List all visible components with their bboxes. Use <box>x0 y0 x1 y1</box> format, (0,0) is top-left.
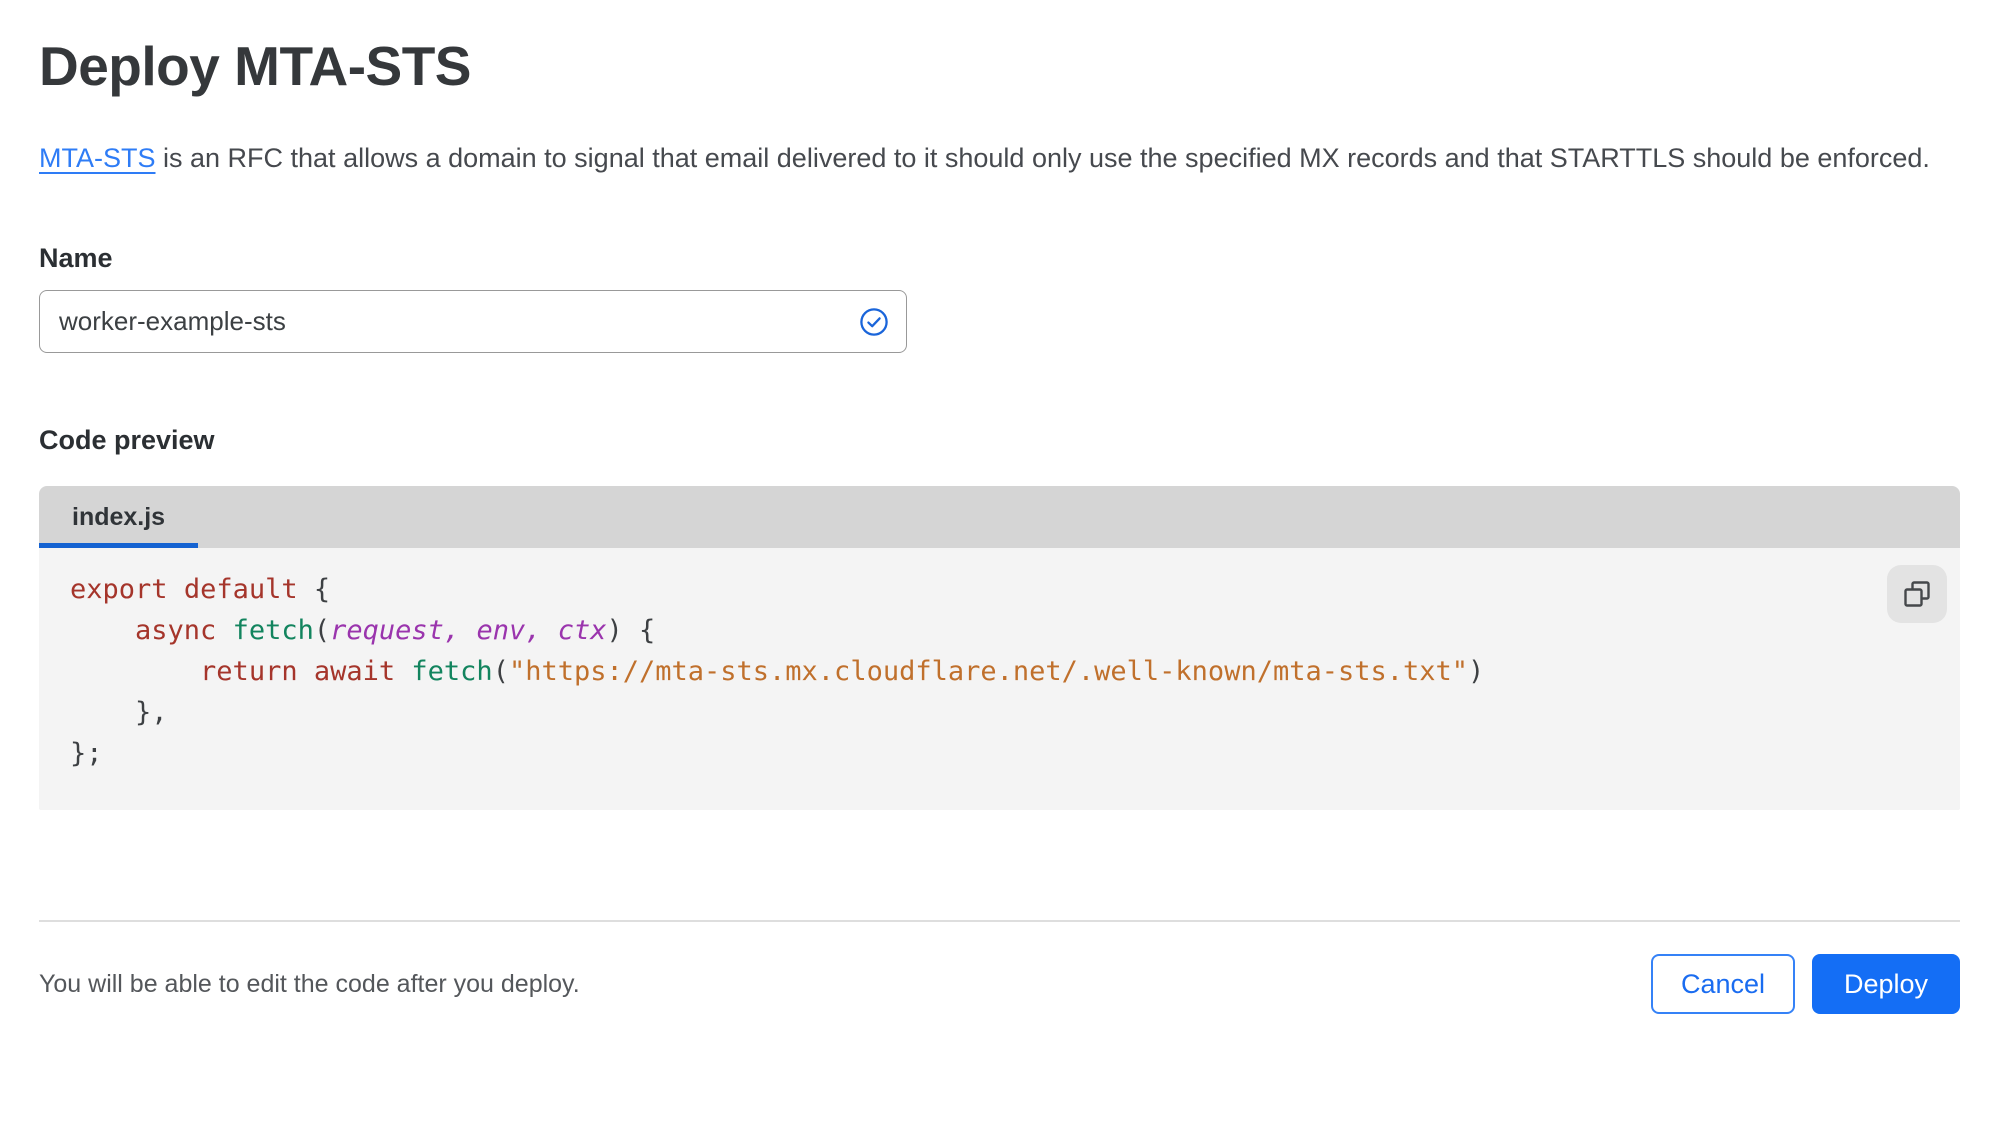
deploy-button[interactable]: Deploy <box>1812 954 1960 1014</box>
footer-actions: Cancel Deploy <box>1651 954 1960 1014</box>
mta-sts-link[interactable]: MTA-STS <box>39 143 156 173</box>
code-preview-label: Code preview <box>39 425 215 455</box>
name-input[interactable] <box>39 290 907 353</box>
name-label: Name <box>39 243 113 273</box>
cancel-button[interactable]: Cancel <box>1651 954 1795 1014</box>
copy-icon <box>1904 581 1930 607</box>
name-input-wrapper <box>39 290 907 353</box>
copy-code-button[interactable] <box>1887 565 1947 623</box>
deploy-mta-sts-page: Deploy MTA-STS MTA-STS is an RFC that al… <box>0 0 1999 1014</box>
page-title: Deploy MTA-STS <box>39 35 471 97</box>
code-tab-bar: index.js <box>39 486 1960 548</box>
tab-label: index.js <box>72 502 166 531</box>
description: MTA-STS is an RFC that allows a domain t… <box>39 136 1951 181</box>
tab-index-js[interactable]: index.js <box>39 486 199 548</box>
code-lines: export default { async fetch(request, en… <box>70 574 1485 769</box>
description-text: is an RFC that allows a domain to signal… <box>155 143 1930 173</box>
footer-note: You will be able to edit the code after … <box>39 969 580 998</box>
code-editor: export default { async fetch(request, en… <box>39 548 1960 810</box>
footer: You will be able to edit the code after … <box>39 922 1960 1014</box>
code-preview-panel: index.js export default { async fetch(re… <box>39 486 1960 810</box>
